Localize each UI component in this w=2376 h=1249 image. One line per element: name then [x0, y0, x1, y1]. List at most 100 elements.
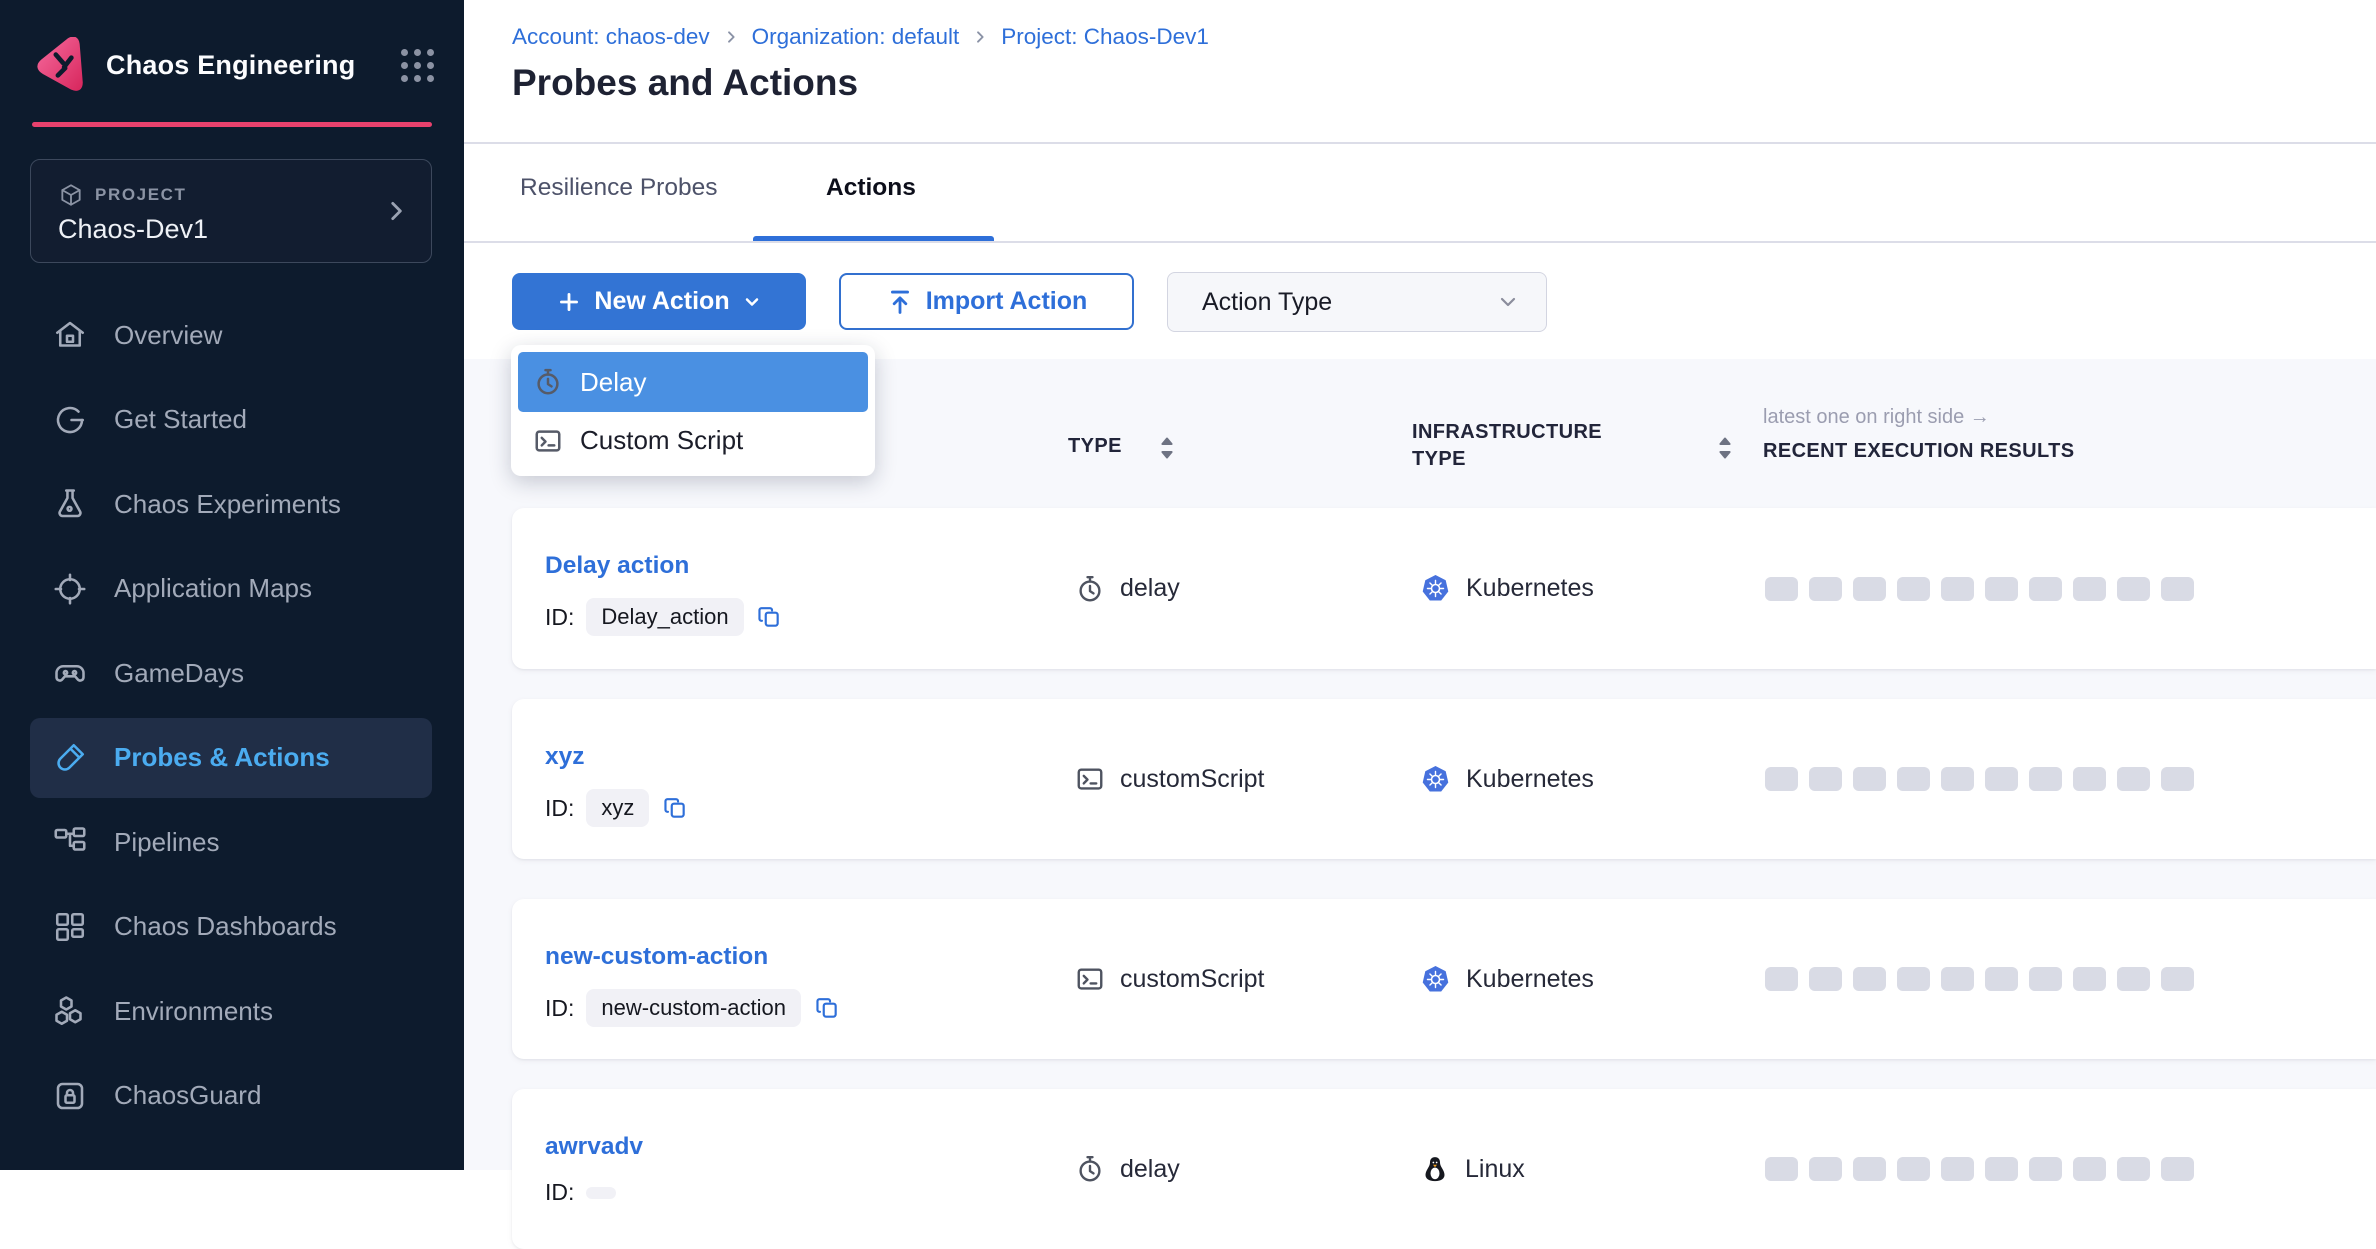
copy-icon[interactable]	[661, 795, 688, 822]
stopwatch-icon	[533, 367, 563, 397]
sidebar-item-label: GameDays	[114, 658, 244, 689]
execution-result-placeholder	[1765, 577, 1798, 601]
breadcrumb-organization-link[interactable]: Organization: default	[752, 24, 960, 50]
type-cell: delay	[1075, 508, 1180, 669]
brand-row: Chaos Engineering	[33, 30, 434, 100]
pipeline-icon	[52, 824, 88, 860]
action-id-value	[586, 1187, 616, 1199]
kubernetes-icon	[1420, 964, 1451, 995]
plus-icon	[556, 289, 582, 315]
action-name-link[interactable]: Delay action	[545, 552, 689, 580]
execution-result-placeholder	[2117, 967, 2150, 991]
sort-infrastructure-button[interactable]	[1712, 433, 1738, 465]
action-name-link[interactable]: awrvadv	[545, 1133, 643, 1161]
execution-result-placeholder	[1853, 967, 1886, 991]
action-id-value: xyz	[586, 789, 649, 827]
execution-result-placeholder	[2029, 1157, 2062, 1181]
execution-result-placeholder	[1853, 1157, 1886, 1181]
breadcrumb-project-link[interactable]: Project: Chaos-Dev1	[1001, 24, 1209, 50]
sidebar-item-chaos-dashboards[interactable]: Chaos Dashboards	[0, 885, 464, 970]
execution-result-placeholder	[2161, 767, 2194, 791]
execution-result-placeholder	[1809, 577, 1842, 601]
chaos-engineering-logo-icon[interactable]	[33, 37, 89, 93]
dashboard-icon	[52, 909, 88, 945]
execution-result-placeholder	[2161, 967, 2194, 991]
sidebar-item-probes-and-actions[interactable]: Probes & Actions	[0, 716, 464, 801]
sidebar-item-chaosguard[interactable]: ChaosGuard	[0, 1054, 464, 1139]
action-id-row: ID: Delay_action	[545, 598, 783, 636]
sidebar-item-environments[interactable]: Environments	[0, 969, 464, 1054]
test-tube-icon	[52, 740, 88, 776]
import-action-button[interactable]: Import Action	[839, 273, 1134, 330]
hexagons-icon	[52, 993, 88, 1029]
tab-resilience-probes[interactable]: Resilience Probes	[520, 174, 717, 202]
infrastructure-value: Kubernetes	[1466, 765, 1594, 794]
sidebar-item-chaos-experiments[interactable]: Chaos Experiments	[0, 462, 464, 547]
infrastructure-cell: Linux	[1420, 1089, 1525, 1249]
sidebar-item-overview[interactable]: Overview	[0, 293, 464, 378]
type-value: customScript	[1120, 765, 1264, 794]
sidebar-item-gamedays[interactable]: GameDays	[0, 631, 464, 716]
menu-item-label: Custom Script	[580, 425, 743, 456]
page-title: Probes and Actions	[512, 62, 858, 104]
module-grid-icon[interactable]	[401, 49, 434, 82]
sort-icon	[1713, 433, 1737, 463]
execution-result-placeholder	[2161, 1157, 2194, 1181]
execution-result-placeholder	[1897, 967, 1930, 991]
copy-icon[interactable]	[813, 995, 840, 1022]
recent-execution-results	[1765, 767, 2194, 791]
sidebar-item-label: ChaosGuard	[114, 1080, 261, 1111]
gamepad-icon	[52, 655, 88, 691]
menu-item-custom-script[interactable]: Custom Script	[518, 412, 868, 469]
sidebar-item-label: Probes & Actions	[114, 742, 330, 773]
new-action-button[interactable]: New Action	[512, 273, 806, 330]
shield-lock-icon	[52, 1078, 88, 1114]
flask-icon	[52, 486, 88, 522]
new-action-label: New Action	[594, 287, 729, 316]
sidebar-item-pipelines[interactable]: Pipelines	[0, 800, 464, 885]
kubernetes-icon	[1420, 573, 1451, 604]
recent-execution-results	[1765, 1157, 2194, 1181]
project-name: Chaos-Dev1	[58, 214, 208, 245]
action-type-select[interactable]: Action Type	[1167, 272, 1547, 332]
terminal-icon	[1075, 964, 1105, 994]
execution-result-placeholder	[2117, 767, 2150, 791]
table-row: Delay action ID: Delay_action delay Kube…	[512, 508, 2376, 669]
project-selector[interactable]: PROJECT Chaos-Dev1	[30, 159, 432, 263]
infrastructure-cell: Kubernetes	[1420, 899, 1594, 1059]
copy-icon[interactable]	[756, 604, 783, 631]
execution-result-placeholder	[2117, 577, 2150, 601]
execution-result-placeholder	[1809, 1157, 1842, 1181]
menu-item-delay[interactable]: Delay	[518, 352, 868, 412]
chevron-down-icon	[742, 292, 762, 312]
sidebar-item-label: Pipelines	[114, 827, 220, 858]
action-name-link[interactable]: xyz	[545, 743, 585, 771]
chevron-down-icon	[1496, 290, 1520, 314]
action-id-value: new-custom-action	[586, 989, 801, 1027]
action-id-value: Delay_action	[586, 598, 743, 636]
recent-results-hint: latest one on right side →	[1763, 406, 1990, 429]
execution-result-placeholder	[1985, 967, 2018, 991]
sidebar-item-application-maps[interactable]: Application Maps	[0, 547, 464, 632]
terminal-icon	[533, 426, 563, 456]
chevron-right-icon	[383, 198, 409, 224]
action-id-row: ID: xyz	[545, 789, 688, 827]
action-name-link[interactable]: new-custom-action	[545, 943, 768, 971]
tab-actions[interactable]: Actions	[826, 174, 916, 202]
execution-result-placeholder	[1941, 1157, 1974, 1181]
execution-result-placeholder	[2029, 767, 2062, 791]
recent-execution-results	[1765, 967, 2194, 991]
execution-result-placeholder	[2073, 577, 2106, 601]
sidebar-item-get-started[interactable]: Get Started	[0, 378, 464, 463]
action-type-value: Action Type	[1202, 288, 1332, 317]
sidebar-item-label: Get Started	[114, 404, 247, 435]
type-cell: delay	[1075, 1089, 1180, 1249]
breadcrumb-account-link[interactable]: Account: chaos-dev	[512, 24, 710, 50]
table-row: awrvadv ID: delay Linux	[512, 1089, 2376, 1249]
chevron-right-icon	[723, 29, 739, 45]
sort-type-button[interactable]	[1154, 433, 1180, 465]
execution-result-placeholder	[1985, 767, 2018, 791]
execution-result-placeholder	[1809, 767, 1842, 791]
infrastructure-value: Kubernetes	[1466, 574, 1594, 603]
sidebar-item-label: Overview	[114, 320, 222, 351]
